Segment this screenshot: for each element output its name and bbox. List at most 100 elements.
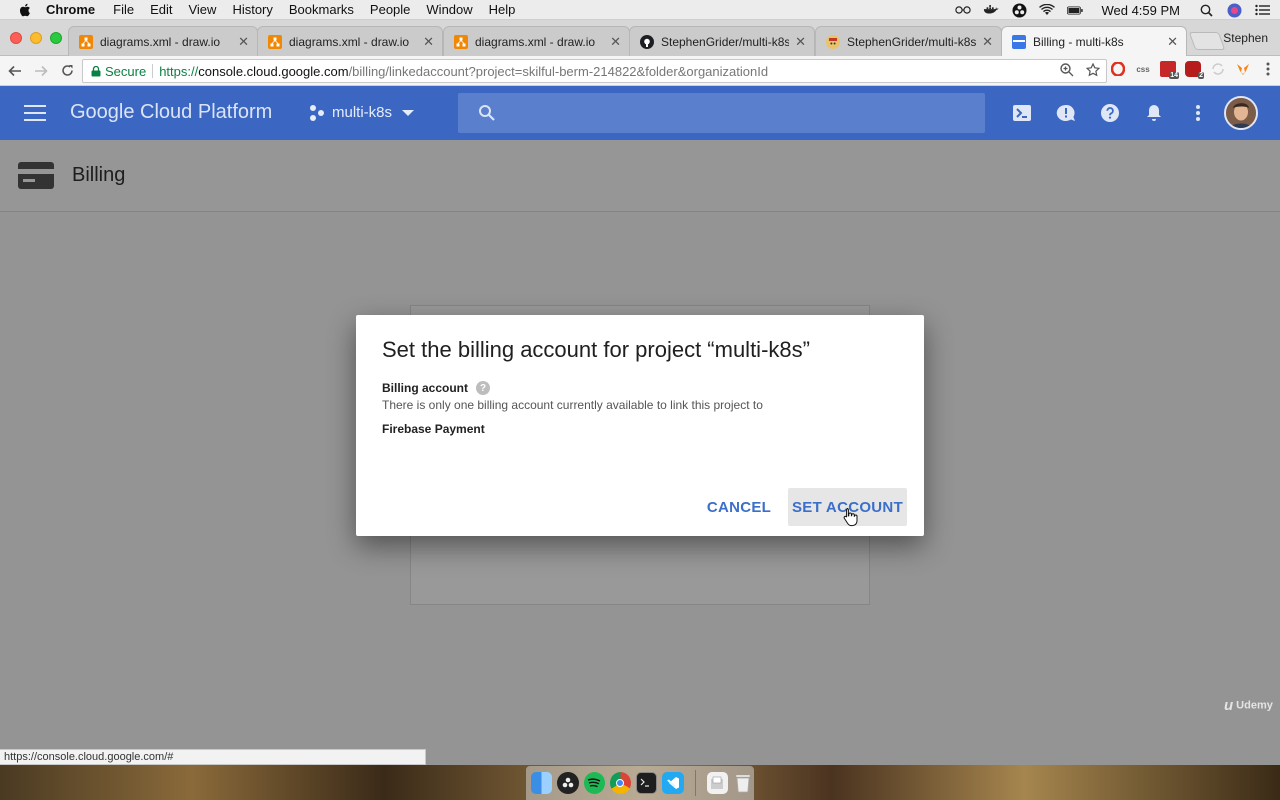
- menu-window[interactable]: Window: [426, 2, 472, 17]
- opera-extension-icon[interactable]: [1110, 61, 1126, 77]
- menu-file[interactable]: File: [113, 2, 134, 17]
- drawio-icon: [79, 34, 93, 49]
- status-url-bubble: https://console.cloud.google.com/#: [0, 749, 426, 765]
- back-arrow-icon[interactable]: [4, 60, 26, 82]
- notifications-bell-icon[interactable]: [1142, 101, 1166, 125]
- cloud-shell-icon[interactable]: [1010, 101, 1034, 125]
- tab-title: StephenGrider/multi-k8s: [661, 34, 790, 49]
- travis-icon: [826, 34, 840, 49]
- url-host: console.cloud.google.com: [198, 63, 349, 79]
- zoom-icon[interactable]: [1060, 63, 1074, 77]
- metamask-extension-icon[interactable]: [1235, 61, 1251, 77]
- browser-toolbar: Secure https://console.cloud.google.com /…: [0, 56, 1280, 86]
- menu-edit[interactable]: Edit: [150, 2, 172, 17]
- spotify-icon[interactable]: [583, 772, 605, 794]
- calendar-extension-icon[interactable]: 14: [1160, 61, 1179, 79]
- github-icon: [640, 34, 654, 49]
- help-icon[interactable]: [1098, 101, 1122, 125]
- menu-bookmarks[interactable]: Bookmarks: [289, 2, 354, 17]
- downloads-folder-icon[interactable]: [706, 772, 728, 794]
- menu-view[interactable]: View: [188, 2, 216, 17]
- close-tab-icon[interactable]: ✕: [982, 34, 993, 50]
- minimize-window-button[interactable]: [30, 32, 42, 44]
- menu-people[interactable]: People: [370, 2, 410, 17]
- css-extension-icon[interactable]: css: [1135, 61, 1151, 77]
- secure-label: Secure: [105, 63, 147, 79]
- hamburger-menu-icon[interactable]: [24, 105, 46, 126]
- browser-tab[interactable]: StephenGrider/multi-k8s - ✕: [815, 26, 1002, 56]
- reload-icon[interactable]: [56, 60, 78, 82]
- profile-name[interactable]: Stephen: [1223, 31, 1268, 45]
- glasses-icon[interactable]: [955, 3, 972, 17]
- udemy-watermark: u Udemy: [1224, 697, 1273, 714]
- lock-icon: [91, 65, 101, 76]
- notification-center-icon[interactable]: [1254, 3, 1270, 17]
- browser-tab[interactable]: diagrams.xml - draw.io ✕: [443, 26, 630, 56]
- search-input[interactable]: [458, 93, 985, 133]
- browser-tab[interactable]: diagrams.xml - draw.io ✕: [257, 26, 443, 56]
- apple-logo-icon[interactable]: [18, 3, 32, 17]
- docker-whale-icon[interactable]: [983, 3, 1000, 17]
- browser-tab[interactable]: diagrams.xml - draw.io ✕: [68, 26, 258, 56]
- project-name: multi-k8s: [332, 104, 393, 121]
- billing-favicon-icon: [1012, 35, 1026, 49]
- forward-arrow-icon[interactable]: [30, 60, 52, 82]
- url-path: /billing/linkedaccount?project=skilful-b…: [348, 63, 769, 79]
- billing-account-value: Firebase Payment: [382, 422, 485, 436]
- siri-icon[interactable]: [1226, 3, 1242, 17]
- battery-icon[interactable]: [1067, 3, 1084, 17]
- cancel-button[interactable]: CANCEL: [702, 488, 776, 526]
- maximize-window-button[interactable]: [50, 32, 62, 44]
- dialog-title: Set the billing account for project “mul…: [382, 337, 810, 362]
- sync-extension-icon[interactable]: [1210, 61, 1226, 77]
- extension-badge: 14: [1169, 72, 1179, 79]
- obs-icon[interactable]: [1011, 3, 1027, 17]
- macos-menu-bar: Chrome File Edit View History Bookmarks …: [0, 0, 1280, 20]
- close-tab-icon[interactable]: ✕: [610, 34, 621, 50]
- extension-badge: 2: [1198, 72, 1204, 79]
- project-selector[interactable]: multi-k8s: [310, 104, 415, 121]
- spotlight-search-icon[interactable]: [1198, 3, 1214, 17]
- browser-tab-strip: diagrams.xml - draw.io ✕ diagrams.xml - …: [0, 20, 1280, 57]
- help-circle-icon[interactable]: ?: [476, 381, 491, 395]
- chrome-icon[interactable]: [609, 772, 631, 794]
- avatar[interactable]: [1224, 96, 1258, 130]
- chrome-menu-icon[interactable]: [1260, 61, 1276, 77]
- dock-separator: [694, 770, 696, 796]
- trash-icon[interactable]: [733, 772, 754, 794]
- close-tab-icon[interactable]: ✕: [238, 34, 249, 50]
- bookmark-star-icon[interactable]: [1086, 63, 1100, 77]
- menubar-clock[interactable]: Wed 4:59 PM: [1101, 3, 1180, 18]
- browser-tab[interactable]: StephenGrider/multi-k8s ✕: [629, 26, 815, 56]
- menu-help[interactable]: Help: [489, 2, 516, 17]
- url-scheme: https://: [159, 63, 199, 79]
- feedback-icon[interactable]: [1054, 101, 1078, 125]
- udemy-logo-icon: u: [1224, 697, 1234, 714]
- wifi-icon[interactable]: [1039, 3, 1056, 17]
- chevron-down-icon: [402, 109, 415, 116]
- obs-studio-icon[interactable]: [557, 772, 579, 794]
- window-controls: [10, 32, 62, 44]
- macos-dock: [526, 766, 754, 800]
- browser-tab-active[interactable]: Billing - multi-k8s ✕: [1001, 26, 1187, 57]
- address-bar[interactable]: Secure https://console.cloud.google.com /…: [82, 59, 1107, 83]
- vscode-icon[interactable]: [662, 772, 684, 794]
- menu-app-name[interactable]: Chrome: [46, 2, 95, 17]
- hand-pointer-cursor-icon: [843, 508, 858, 527]
- project-icon: [310, 104, 326, 121]
- more-vert-icon[interactable]: [1186, 101, 1210, 125]
- close-window-button[interactable]: [10, 32, 22, 44]
- gcp-product-title[interactable]: Google Cloud Platform: [70, 101, 272, 124]
- close-tab-icon[interactable]: ✕: [1167, 34, 1178, 50]
- terminal-icon[interactable]: [636, 772, 658, 794]
- menu-history[interactable]: History: [232, 2, 272, 17]
- finder-icon[interactable]: [531, 772, 553, 794]
- new-tab-button[interactable]: [1188, 32, 1226, 50]
- billing-account-description: There is only one billing account curren…: [382, 398, 763, 412]
- close-tab-icon[interactable]: ✕: [423, 34, 434, 50]
- set-billing-account-dialog: Set the billing account for project “mul…: [356, 315, 924, 536]
- billing-account-label: Billing account ?: [382, 381, 491, 395]
- close-tab-icon[interactable]: ✕: [795, 34, 806, 50]
- shield-extension-icon[interactable]: 2: [1185, 61, 1204, 79]
- drawio-icon: [268, 34, 282, 49]
